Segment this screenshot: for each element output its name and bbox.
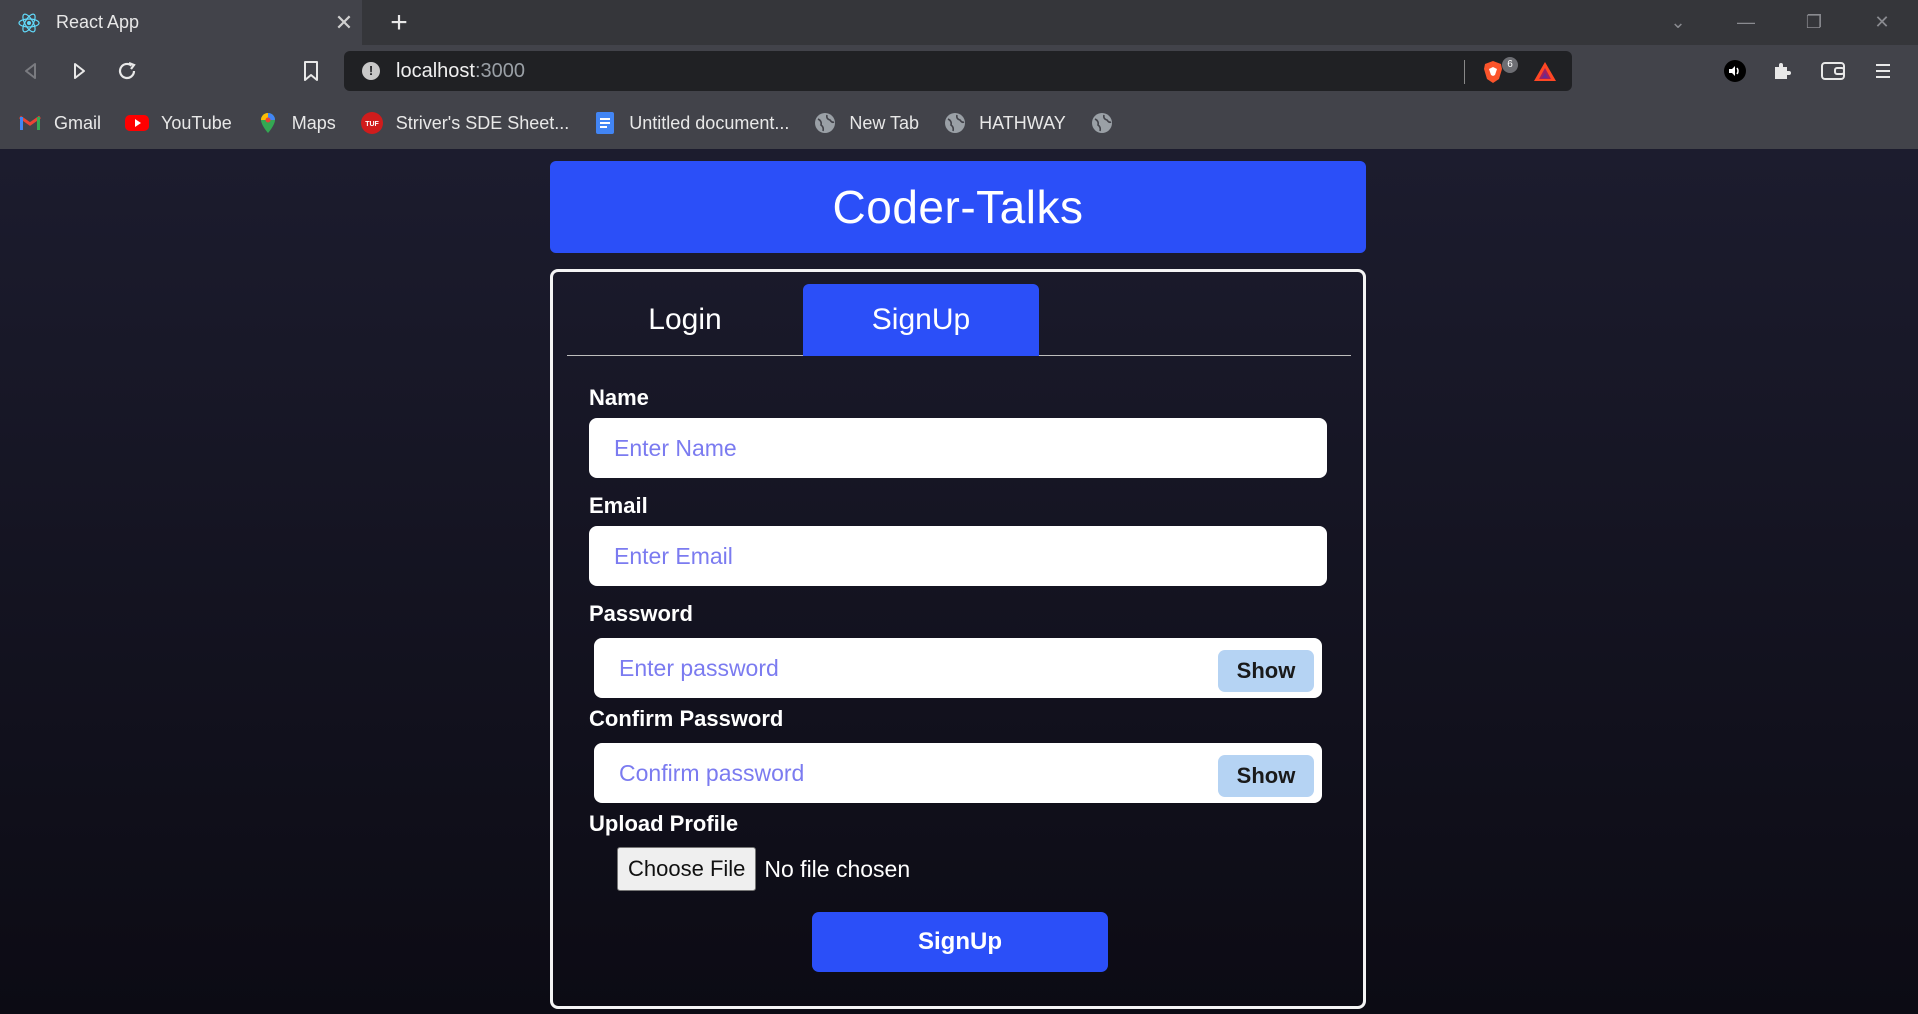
choose-file-button[interactable]: Choose File xyxy=(617,847,757,891)
email-label: Email xyxy=(589,493,648,518)
extensions-icon[interactable] xyxy=(1766,54,1800,88)
tab-search-icon[interactable]: ⌄ xyxy=(1648,0,1708,45)
docs-icon xyxy=(593,112,617,134)
divider xyxy=(1464,60,1465,84)
reload-button[interactable] xyxy=(110,54,144,88)
bookmark-docs[interactable]: Untitled document... xyxy=(593,112,789,134)
app-header: Coder-Talks xyxy=(550,161,1366,253)
svg-text:TUF: TUF xyxy=(365,121,379,128)
address-bar[interactable]: ! localhost:3000 6 xyxy=(344,51,1572,91)
globe-icon xyxy=(813,112,837,134)
tuf-icon: TUF xyxy=(360,112,384,134)
auth-card: Login SignUp Name Email Password Show Co… xyxy=(550,269,1366,1009)
globe-icon xyxy=(943,112,967,134)
bookmark-striver[interactable]: TUF Striver's SDE Sheet... xyxy=(360,112,569,134)
show-password-button[interactable]: Show xyxy=(1218,650,1314,692)
signup-submit-button[interactable]: SignUp xyxy=(812,912,1108,972)
bookmark-new-tab[interactable]: New Tab xyxy=(813,112,919,134)
rewards-icon[interactable] xyxy=(1532,60,1558,84)
tab-title: React App xyxy=(56,12,140,32)
bookmark-gmail[interactable]: Gmail xyxy=(18,112,101,134)
show-confirm-password-button[interactable]: Show xyxy=(1218,755,1314,797)
back-icon xyxy=(25,63,36,79)
bookmark-button[interactable] xyxy=(294,54,328,88)
browser-toolbar: ! localhost:3000 6 xyxy=(0,45,1918,97)
wallet-icon[interactable] xyxy=(1816,54,1850,88)
page-viewport: Coder-Talks Login SignUp Name Email Pass… xyxy=(0,149,1918,1014)
app-title: Coder-Talks xyxy=(832,181,1084,233)
youtube-icon xyxy=(125,112,150,134)
globe-icon xyxy=(1090,112,1114,134)
name-input[interactable] xyxy=(589,418,1327,478)
maps-icon xyxy=(256,112,280,134)
menu-icon[interactable] xyxy=(1866,54,1900,88)
upload-label: Upload Profile xyxy=(589,811,739,836)
browser-titlebar: React App ✕ + ⌄ — ❐ ✕ xyxy=(0,0,1918,45)
file-status: No file chosen xyxy=(764,855,911,882)
bookmarks-bar: Gmail YouTube Maps TUF Striver's SDE She… xyxy=(0,97,1918,149)
email-input[interactable] xyxy=(589,526,1327,586)
site-info-icon[interactable]: ! xyxy=(362,62,380,80)
file-upload: Choose File No file chosen xyxy=(617,847,910,891)
tab-close-icon[interactable]: ✕ xyxy=(326,10,362,36)
react-icon xyxy=(18,12,40,34)
bookmark-youtube[interactable]: YouTube xyxy=(125,112,232,134)
back-button[interactable] xyxy=(14,54,48,88)
bookmark-hathway[interactable]: HATHWAY xyxy=(943,112,1066,134)
reload-icon xyxy=(118,61,136,80)
browser-tab[interactable]: React App ✕ xyxy=(0,0,362,45)
bookmark-unnamed[interactable] xyxy=(1090,112,1126,134)
shields-count-badge: 6 xyxy=(1502,57,1518,73)
password-label: Password xyxy=(589,601,693,626)
password-input[interactable] xyxy=(594,638,1214,698)
bookmark-icon xyxy=(304,61,318,81)
forward-button[interactable] xyxy=(62,54,96,88)
confirm-password-label: Confirm Password xyxy=(589,706,784,731)
confirm-password-group: Show xyxy=(594,743,1322,803)
new-tab-button[interactable]: + xyxy=(382,6,416,40)
confirm-password-input[interactable] xyxy=(594,743,1214,803)
bookmark-maps[interactable]: Maps xyxy=(256,112,336,134)
auth-tabs: Login SignUp xyxy=(567,284,1351,356)
close-window-button[interactable]: ✕ xyxy=(1852,0,1912,45)
restore-button[interactable]: ❐ xyxy=(1784,0,1844,45)
gmail-icon xyxy=(18,112,42,134)
password-group: Show xyxy=(594,638,1322,698)
url-text[interactable]: localhost:3000 xyxy=(396,60,525,83)
name-label: Name xyxy=(589,385,649,410)
tab-signup[interactable]: SignUp xyxy=(803,284,1039,356)
minimize-button[interactable]: — xyxy=(1716,0,1776,45)
tab-login[interactable]: Login xyxy=(567,284,803,356)
media-icon[interactable] xyxy=(1718,54,1752,88)
forward-icon xyxy=(74,63,85,79)
